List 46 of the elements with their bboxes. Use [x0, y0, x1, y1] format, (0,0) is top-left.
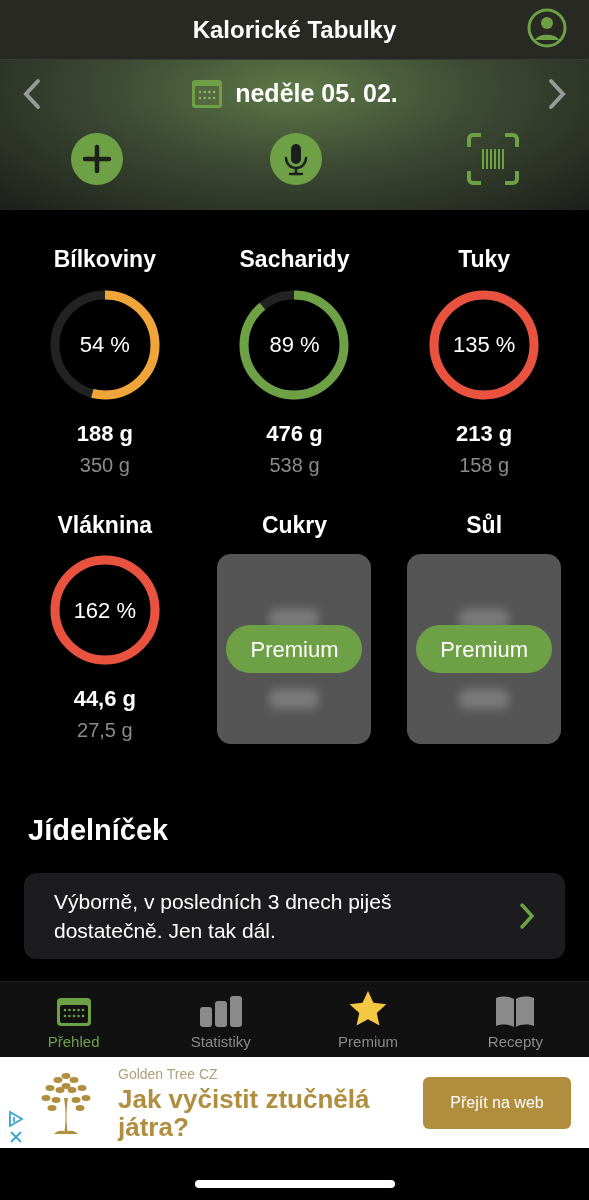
nutrient-label: Tuky — [458, 245, 511, 274]
microphone-icon[interactable] — [268, 132, 323, 186]
goal-value: 350 g — [79, 452, 130, 478]
bar-chart-icon — [198, 994, 243, 1027]
percent-value: 135 % — [452, 331, 516, 359]
book-icon — [495, 994, 536, 1027]
nutrient-label: Sacharidy — [239, 245, 350, 274]
ad-choices-icon[interactable] — [8, 1110, 24, 1128]
add-icon[interactable] — [70, 132, 124, 186]
premium-button[interactable]: Premium — [226, 625, 363, 673]
nutrient-label: Vláknina — [57, 510, 153, 540]
goal-value: 158 g — [459, 452, 510, 478]
advertiser-name: Golden Tree CZ — [118, 1065, 219, 1084]
date-label: neděle 05. 02. — [235, 78, 398, 110]
tab-bar-item[interactable]: Statistiky — [147, 982, 295, 1057]
percent-value: 54 % — [79, 331, 130, 359]
percent-value: 89 % — [269, 331, 320, 359]
amount-value: 188 g — [76, 419, 133, 448]
section-heading: Jídelníček — [28, 813, 170, 848]
tab-bar-item[interactable]: Premium — [294, 982, 442, 1057]
chevron-right-icon — [519, 901, 535, 930]
amount-value: 44,6 g — [73, 685, 136, 713]
ad-headline[interactable]: Jak vyčistit ztučnělá játra? — [118, 1085, 388, 1141]
tab-bar-item[interactable]: Přehled — [0, 982, 148, 1057]
nutrient-label: Cukry — [261, 510, 328, 540]
star-icon — [349, 990, 388, 1027]
goal-value: 538 g — [269, 452, 320, 478]
amount-value: 476 g — [266, 419, 323, 448]
barcode-scan-icon[interactable] — [467, 133, 519, 185]
visit-website-button[interactable]: Přejít na web — [423, 1076, 571, 1129]
calendar-icon — [55, 996, 92, 1027]
calendar-icon — [191, 79, 224, 109]
tab-bar-item[interactable]: Recepty — [441, 982, 589, 1057]
amount-value: 213 g — [456, 419, 513, 448]
close-icon[interactable] — [9, 1130, 23, 1144]
nutrient-label: Bílkoviny — [53, 245, 156, 274]
chevron-right-icon[interactable] — [547, 78, 567, 110]
app-title: Kalorické Tabulky — [192, 14, 397, 45]
nutrient-label: Sůl — [466, 510, 503, 540]
hydration-message: Výborně, v posledních 3 dnech piješ dostatečně. Jen tak dál. — [54, 888, 393, 944]
goal-value: 27,5 g — [77, 718, 133, 743]
percent-value: 162 % — [73, 596, 136, 625]
hydration-message-card[interactable]: Výborně, v posledních 3 dnech piješ dostatečně. Jen tak dál. — [24, 872, 565, 959]
profile-icon[interactable] — [527, 8, 567, 48]
premium-button[interactable]: Premium — [416, 625, 553, 673]
chevron-left-icon[interactable] — [22, 78, 42, 110]
